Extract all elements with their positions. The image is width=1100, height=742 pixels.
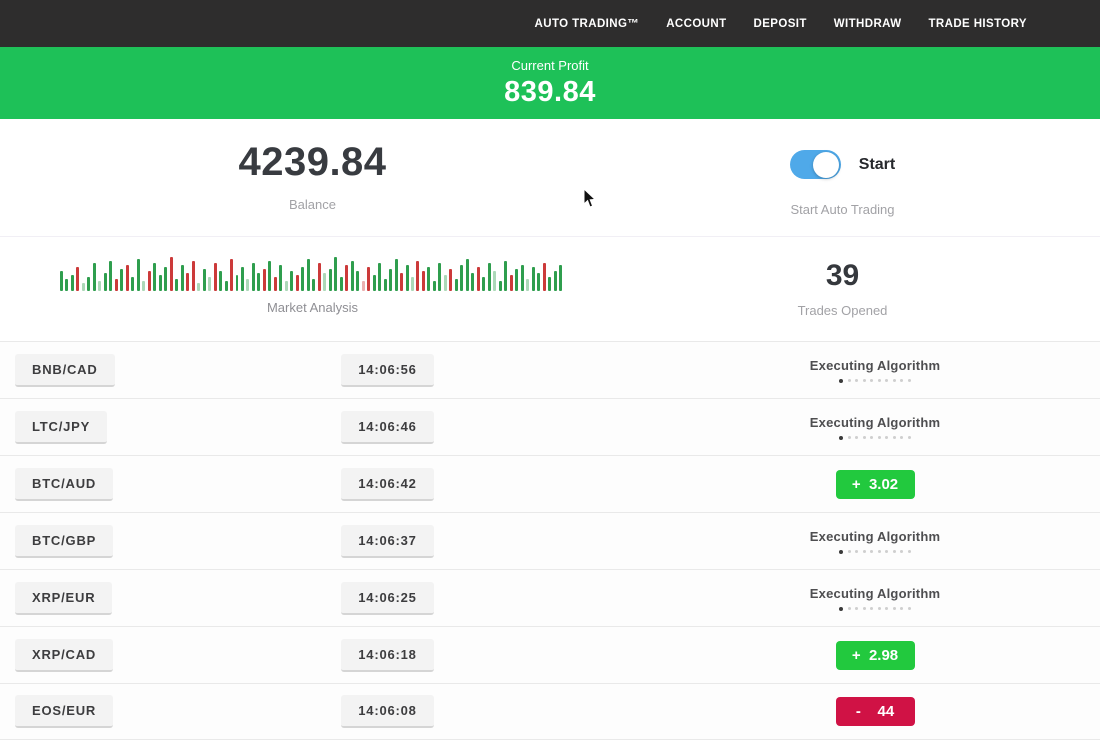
progress-dots-icon bbox=[839, 607, 911, 611]
auto-trading-toggle[interactable] bbox=[790, 150, 841, 179]
auto-trading-block: Start Start Auto Trading bbox=[585, 140, 1100, 236]
current-profit-label: Current Profit bbox=[511, 58, 588, 73]
balance-value: 4239.84 bbox=[238, 140, 386, 185]
trade-row: XRP/CAD 14:06:18 + 2.98 bbox=[0, 626, 1100, 683]
progress-dots-icon bbox=[839, 550, 911, 554]
nav-item-auto-trading[interactable]: AUTO TRADING™ bbox=[535, 18, 640, 30]
time-badge: 14:06:56 bbox=[341, 354, 433, 387]
time-badge: 14:06:18 bbox=[341, 639, 433, 672]
pair-badge: BTC/GBP bbox=[15, 525, 113, 558]
executing-algorithm-label: Executing Algorithm bbox=[810, 415, 940, 430]
balance-label: Balance bbox=[289, 197, 336, 212]
profit-badge: + 2.98 bbox=[836, 641, 915, 670]
mouse-cursor-icon bbox=[583, 188, 597, 209]
trade-row: BNB/CAD 14:06:56 Executing Algorithm bbox=[0, 341, 1100, 398]
market-analysis-label: Market Analysis bbox=[267, 300, 358, 315]
balance-row: 4239.84 Balance Start Start Auto Trading bbox=[0, 119, 1100, 237]
trade-row: LTC/JPY 14:06:46 Executing Algorithm bbox=[0, 398, 1100, 455]
top-navbar: AUTO TRADING™ ACCOUNT DEPOSIT WITHDRAW TRADE… bbox=[0, 0, 1100, 47]
pair-badge: BTC/AUD bbox=[15, 468, 113, 501]
start-auto-trading-caption: Start Auto Trading bbox=[790, 202, 894, 217]
time-badge: 14:06:42 bbox=[341, 468, 433, 501]
start-label: Start bbox=[859, 156, 895, 174]
page: AUTO TRADING™ ACCOUNT DEPOSIT WITHDRAW TRADE… bbox=[0, 0, 1100, 742]
trade-row: BTC/AUD 14:06:42 + 3.02 bbox=[0, 455, 1100, 512]
loss-badge: - 44 bbox=[836, 697, 915, 726]
current-profit-banner: Current Profit 839.84 bbox=[0, 47, 1100, 119]
trade-row: BTC/GBP 14:06:37 Executing Algorithm bbox=[0, 512, 1100, 569]
profit-badge: + 3.02 bbox=[836, 470, 915, 499]
time-badge: 14:06:08 bbox=[341, 695, 433, 728]
balance-block: 4239.84 Balance bbox=[40, 140, 585, 236]
trades-opened-value: 39 bbox=[826, 259, 859, 293]
pair-badge: XRP/EUR bbox=[15, 582, 112, 615]
time-badge: 14:06:37 bbox=[341, 525, 433, 558]
nav-item-withdraw[interactable]: WITHDRAW bbox=[834, 18, 902, 30]
executing-algorithm-label: Executing Algorithm bbox=[810, 586, 940, 601]
pair-badge: XRP/CAD bbox=[15, 639, 113, 672]
trades-opened-label: Trades Opened bbox=[798, 303, 888, 318]
progress-dots-icon bbox=[839, 436, 911, 440]
nav-item-deposit[interactable]: DEPOSIT bbox=[754, 18, 807, 30]
market-analysis-block: Market Analysis bbox=[40, 253, 585, 341]
time-badge: 14:06:46 bbox=[341, 411, 433, 444]
trade-row: EOS/EUR 14:06:08 - 44 bbox=[0, 683, 1100, 740]
trades-opened-block: 39 Trades Opened bbox=[585, 253, 1100, 341]
nav-item-trade-history[interactable]: TRADE HISTORY bbox=[929, 18, 1028, 30]
progress-dots-icon bbox=[839, 379, 911, 383]
nav-item-account[interactable]: ACCOUNT bbox=[666, 18, 726, 30]
executing-algorithm-label: Executing Algorithm bbox=[810, 358, 940, 373]
trade-row: XRP/EUR 14:06:25 Executing Algorithm bbox=[0, 569, 1100, 626]
toggle-knob-icon bbox=[813, 152, 839, 178]
executing-algorithm-label: Executing Algorithm bbox=[810, 529, 940, 544]
pair-badge: BNB/CAD bbox=[15, 354, 115, 387]
trades-list: BNB/CAD14:06:56Executing AlgorithmLTC/JP… bbox=[0, 341, 1100, 740]
market-row: Market Analysis 39 Trades Opened bbox=[0, 237, 1100, 341]
pair-badge: LTC/JPY bbox=[15, 411, 107, 444]
time-badge: 14:06:25 bbox=[341, 582, 433, 615]
market-analysis-chart bbox=[60, 253, 565, 291]
current-profit-value: 839.84 bbox=[504, 76, 596, 109]
pair-badge: EOS/EUR bbox=[15, 695, 113, 728]
